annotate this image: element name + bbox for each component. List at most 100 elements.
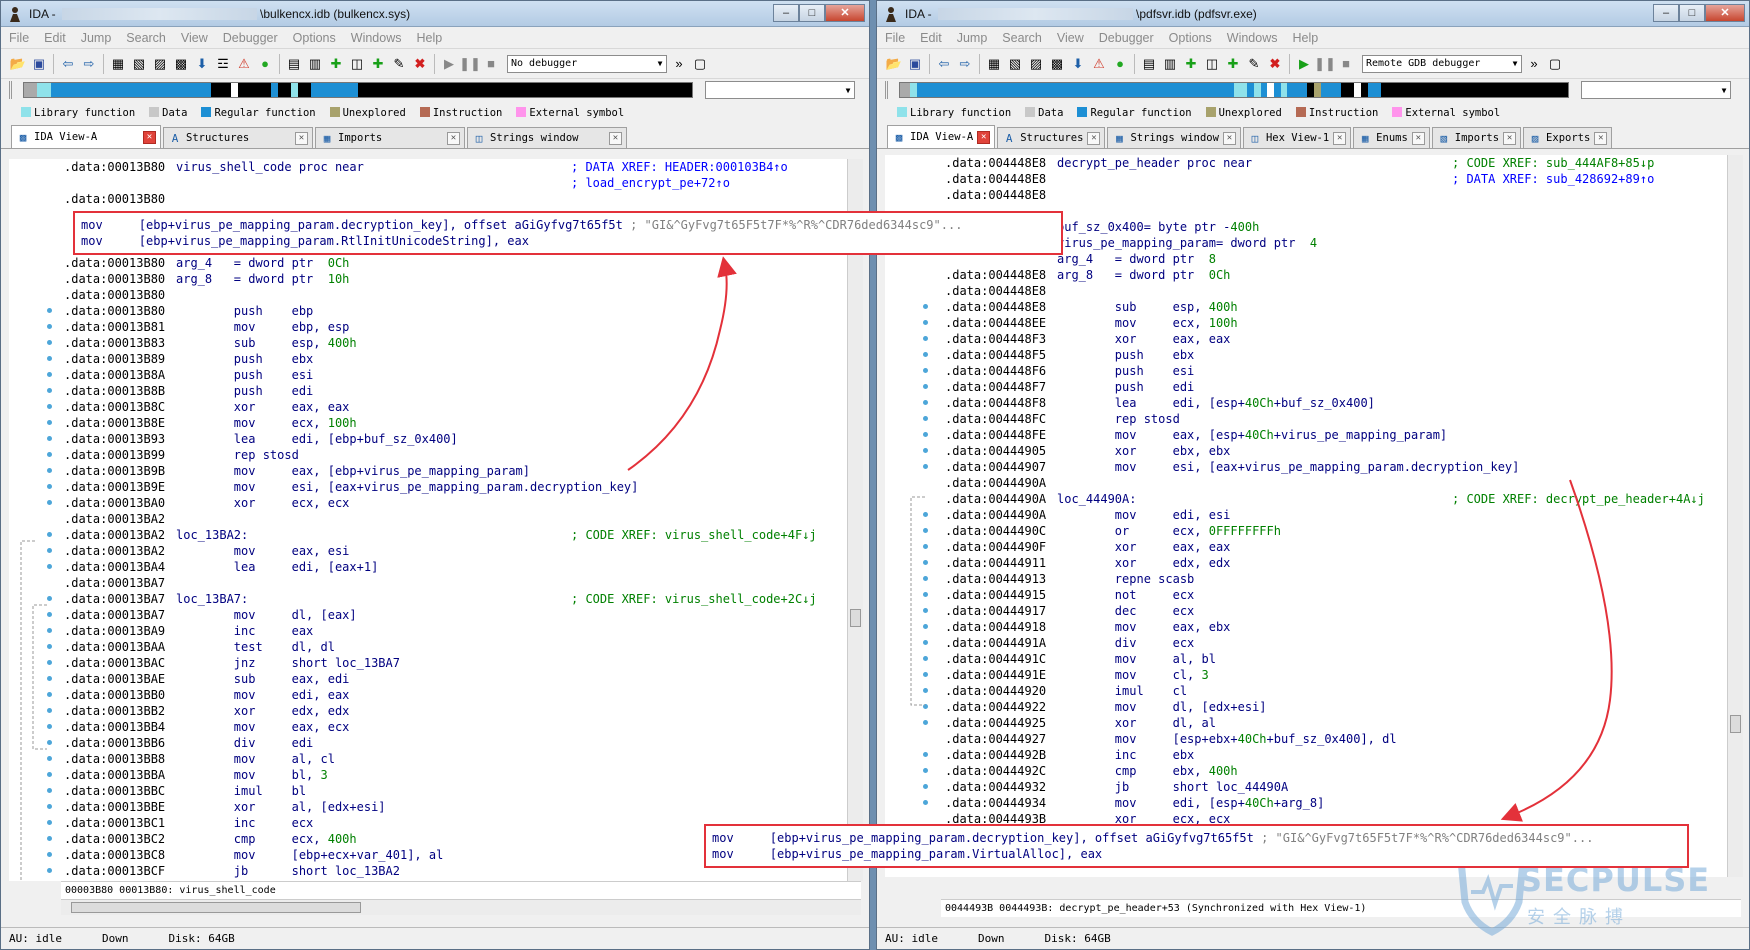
tab-close-icon[interactable]: ✕ [1503, 131, 1517, 145]
code-line[interactable]: .data:004448E8 [945, 187, 1705, 203]
code-line[interactable]: .data:004448E8 decrypt_pe_header proc nea… [945, 155, 1705, 171]
code-line[interactable]: .data:00444907 mov esi, [eax+virus_pe_ma… [945, 459, 1705, 475]
tab-ida-view-a[interactable]: ▩ IDA View-A ✕ [887, 125, 996, 148]
green-circle-icon[interactable]: ● [1111, 55, 1129, 73]
code-line[interactable]: .data:00013BB8 mov al, cl [64, 751, 817, 767]
tab-enums[interactable]: ▦ Enums ✕ [1353, 127, 1430, 148]
menu-item-search[interactable]: Search [1002, 31, 1042, 45]
code-line[interactable]: .data:004448F5 push ebx [945, 347, 1705, 363]
menu-item-options[interactable]: Options [1169, 31, 1212, 45]
save-icon[interactable]: ▣ [906, 55, 924, 73]
binary-search-icon[interactable]: ▦ [109, 55, 127, 73]
jump-icon[interactable]: ▩ [1048, 55, 1066, 73]
forward-icon[interactable]: ⇨ [956, 55, 974, 73]
menu-item-jump[interactable]: Jump [957, 31, 988, 45]
tab-close-icon[interactable]: ✕ [295, 131, 308, 145]
text-search-icon[interactable]: ▧ [130, 55, 148, 73]
code-line[interactable]: .data:0044492B inc ebx [945, 747, 1705, 763]
code-line[interactable]: .data:00444932 jb short loc_44490A [945, 779, 1705, 795]
code-line[interactable]: .data:00013BAC jnz short loc_13BA7 [64, 655, 817, 671]
code-line[interactable]: .data:00444915 not ecx [945, 587, 1705, 603]
tab-imports[interactable]: ▦ Imports ✕ [315, 127, 465, 148]
scroll-thumb[interactable] [1730, 715, 1741, 733]
save-icon[interactable]: ▣ [30, 55, 48, 73]
code-line[interactable]: .data:00013B93 lea edi, [ebp+buf_sz_0x40… [64, 431, 817, 447]
breakpoint-dot[interactable] [923, 720, 928, 725]
tab-close-icon[interactable]: ✕ [977, 130, 991, 144]
down-arrow-icon[interactable]: ⬇ [193, 55, 211, 73]
code-line[interactable]: .data:00013BB0 mov edi, eax [64, 687, 817, 703]
code-line[interactable]: .data:00013B80 [64, 287, 817, 303]
code-line[interactable]: .data:00013BA2 loc_13BA2: ; CODE XREF: vir… [64, 527, 817, 543]
code-line[interactable]: .data:004448E8 sub esp, 400h [945, 299, 1705, 315]
code-line[interactable]: .data:00013BA0 xor ecx, ecx [64, 495, 817, 511]
delete-icon[interactable]: ✖ [1266, 55, 1284, 73]
code-line[interactable]: .data:00444925 xor dl, al [945, 715, 1705, 731]
enum-icon[interactable]: ✚ [369, 55, 387, 73]
code-line[interactable]: .data:00013B81 mov ebp, esp [64, 319, 817, 335]
tab-close-icon[interactable]: ✕ [609, 131, 622, 145]
code-line[interactable]: .data:00013BA2 [64, 511, 817, 527]
segment-select[interactable]: ▼ [705, 81, 855, 99]
code-line[interactable]: .data:004448E8 ; DATA XREF: sub_428692+89… [945, 171, 1705, 187]
code-line[interactable]: .data:004448F6 push esi [945, 363, 1705, 379]
breakpoint-dot[interactable] [923, 784, 928, 789]
jump-icon[interactable]: ▩ [172, 55, 190, 73]
code-line[interactable]: .data:00013B83 sub esp, 400h [64, 335, 817, 351]
tab-close-icon[interactable]: ✕ [1594, 131, 1608, 145]
code-line[interactable]: .data:00444927 mov [esp+ebx+40Ch+buf_sz_… [945, 731, 1705, 747]
code-line[interactable]: .data:00013B8A push esi [64, 367, 817, 383]
code-line[interactable]: .data:00013BA7 mov dl, [eax] [64, 607, 817, 623]
code-line[interactable]: .data:004448EE mov ecx, 100h [945, 315, 1705, 331]
code-line[interactable]: .data:00013BA4 lea edi, [eax+1] [64, 559, 817, 575]
code-line[interactable]: .data:00013B9B mov eax, [ebp+virus_pe_ma… [64, 463, 817, 479]
minimize-button[interactable]: – [1653, 3, 1679, 22]
add-icon[interactable]: ✚ [1182, 55, 1200, 73]
title-bar[interactable]: IDA - \bulkencx.idb (bulkencx.sys) – □ ✕ [1, 1, 869, 27]
code-line[interactable]: .data:004448F3 xor eax, eax [945, 331, 1705, 347]
code-line[interactable]: .data:00013BA7 [64, 575, 817, 591]
tab-hex-view-1[interactable]: ◫ Hex View-1 ✕ [1242, 127, 1352, 148]
menu-item-file[interactable]: File [885, 31, 905, 45]
code-line[interactable]: .data:0044491A div ecx [945, 635, 1705, 651]
code-line[interactable]: .data:00444934 mov edi, [esp+40Ch+arg_8] [945, 795, 1705, 811]
binary-search-icon[interactable]: ▦ [985, 55, 1003, 73]
menu-item-debugger[interactable]: Debugger [1099, 31, 1154, 45]
grip-handle[interactable] [9, 81, 23, 99]
hscroll-thumb[interactable] [71, 902, 361, 913]
code-line[interactable]: .data:00013BA7 loc_13BA7: ; CODE XREF: vir… [64, 591, 817, 607]
structure-icon[interactable]: ◫ [348, 55, 366, 73]
code-line[interactable]: .data:00013BA9 inc eax [64, 623, 817, 639]
code-line[interactable]: .data:00013B80 virus_shell_code proc near… [64, 159, 817, 175]
vertical-scrollbar[interactable] [847, 159, 863, 881]
back-icon[interactable]: ⇦ [59, 55, 77, 73]
code-line[interactable]: .data:00013BAA test dl, dl [64, 639, 817, 655]
back-icon[interactable]: ⇦ [935, 55, 953, 73]
code-line[interactable]: .data:004448E8 [945, 283, 1705, 299]
pause-icon[interactable]: ❚❚ [459, 55, 481, 73]
green-circle-icon[interactable]: ● [256, 55, 274, 73]
menu-item-edit[interactable]: Edit [44, 31, 66, 45]
title-bar[interactable]: IDA - \pdfsvr.idb (pdfsvr.exe) – □ ✕ [877, 1, 1749, 27]
breakpoint-dot[interactable] [923, 800, 928, 805]
tab-close-icon[interactable]: ✕ [1087, 131, 1101, 145]
disassembly-view[interactable]: .data:004448E8 decrypt_pe_header proc nea… [885, 155, 1743, 877]
tab-close-icon[interactable]: ✕ [1333, 131, 1347, 145]
menu-item-search[interactable]: Search [126, 31, 166, 45]
code-line[interactable]: .data:00444911 xor edx, edx [945, 555, 1705, 571]
enum-icon[interactable]: ✚ [1224, 55, 1242, 73]
menu-item-edit[interactable]: Edit [920, 31, 942, 45]
minimize-button[interactable]: – [773, 3, 799, 22]
open-icon[interactable]: 📂 [9, 55, 27, 73]
code-line[interactable]: .data:0044490C or ecx, 0FFFFFFFFh [945, 523, 1705, 539]
delete-icon[interactable]: ✖ [411, 55, 429, 73]
code-line[interactable]: .data:00444918 mov eax, ebx [945, 619, 1705, 635]
code-line[interactable]: .data:00013BB6 div edi [64, 735, 817, 751]
tab-structures[interactable]: A Structures ✕ [163, 127, 313, 148]
menu-item-jump[interactable]: Jump [81, 31, 112, 45]
code-line[interactable]: .data:0044491E mov cl, 3 [945, 667, 1705, 683]
code-line[interactable]: .data:00444913 repne scasb [945, 571, 1705, 587]
edit-icon[interactable]: ✎ [390, 55, 408, 73]
tab-close-icon[interactable]: ✕ [1222, 131, 1236, 145]
play-icon[interactable]: ▶ [1295, 55, 1313, 73]
